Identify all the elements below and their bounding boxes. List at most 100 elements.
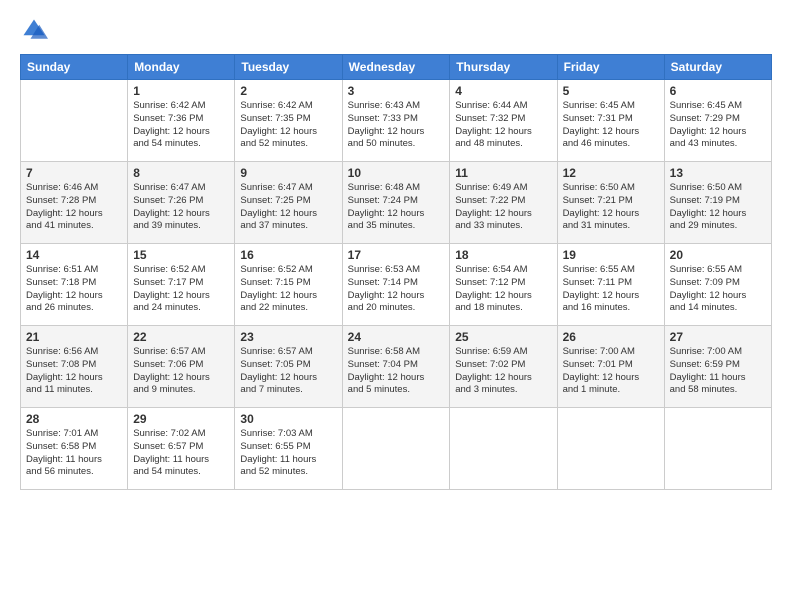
calendar-cell: 18Sunrise: 6:54 AM Sunset: 7:12 PM Dayli…	[450, 244, 557, 326]
calendar-header-friday: Friday	[557, 55, 664, 80]
day-number: 17	[348, 248, 445, 262]
calendar-cell: 20 Sunrise: 6:55 AM Sunset: 7:09 PM Dayli…	[664, 244, 771, 326]
day-info: Sunrise: 6:57 AM Sunset: 7:05 PM Dayligh…	[240, 346, 336, 397]
day-number: 4	[455, 84, 551, 98]
day-number: 3	[348, 84, 445, 98]
calendar-cell: 13Sunrise: 6:50 AM Sunset: 7:19 PM Dayli…	[664, 162, 771, 244]
day-number: 1	[133, 84, 229, 98]
day-number: 23	[240, 330, 336, 344]
day-number: 30	[240, 412, 336, 426]
day-info: Sunrise: 6:58 AM Sunset: 7:04 PM Dayligh…	[348, 346, 445, 397]
calendar-header-sunday: Sunday	[21, 55, 128, 80]
day-info: Sunrise: 6:49 AM Sunset: 7:22 PM Dayligh…	[455, 182, 551, 233]
calendar-cell: 23 Sunrise: 6:57 AM Sunset: 7:05 PM Dayli…	[235, 326, 342, 408]
day-number: 5	[563, 84, 659, 98]
day-info: Sunrise: 6:48 AM Sunset: 7:24 PM Dayligh…	[348, 182, 445, 233]
calendar-cell: 14 Sunrise: 6:51 AM Sunset: 7:18 PM Dayli…	[21, 244, 128, 326]
day-number: 13	[670, 166, 766, 180]
day-number: 29	[133, 412, 229, 426]
day-info: Sunrise: 6:54 AM Sunset: 7:12 PM Dayligh…	[455, 264, 551, 315]
calendar-cell: 2 Sunrise: 6:42 AM Sunset: 7:35 PM Daylig…	[235, 80, 342, 162]
day-number: 16	[240, 248, 336, 262]
calendar-cell: 15 Sunrise: 6:52 AM Sunset: 7:17 PM Dayli…	[128, 244, 235, 326]
day-number: 22	[133, 330, 229, 344]
calendar-cell	[450, 408, 557, 490]
day-number: 8	[133, 166, 229, 180]
logo-icon	[20, 16, 48, 44]
calendar-header-row: SundayMondayTuesdayWednesdayThursdayFrid…	[21, 55, 772, 80]
day-info: Sunrise: 6:52 AM Sunset: 7:15 PM Dayligh…	[240, 264, 336, 315]
calendar-cell	[21, 80, 128, 162]
day-info: Sunrise: 6:50 AM Sunset: 7:21 PM Dayligh…	[563, 182, 659, 233]
day-number: 12	[563, 166, 659, 180]
day-number: 9	[240, 166, 336, 180]
day-number: 11	[455, 166, 551, 180]
calendar-header-thursday: Thursday	[450, 55, 557, 80]
calendar-cell: 8 Sunrise: 6:47 AM Sunset: 7:26 PM Daylig…	[128, 162, 235, 244]
calendar-cell: 10Sunrise: 6:48 AM Sunset: 7:24 PM Dayli…	[342, 162, 450, 244]
day-number: 26	[563, 330, 659, 344]
calendar-cell: 19 Sunrise: 6:55 AM Sunset: 7:11 PM Dayli…	[557, 244, 664, 326]
calendar-header-monday: Monday	[128, 55, 235, 80]
calendar-week-row: 21 Sunrise: 6:56 AM Sunset: 7:08 PM Dayli…	[21, 326, 772, 408]
day-info: Sunrise: 6:59 AM Sunset: 7:02 PM Dayligh…	[455, 346, 551, 397]
day-info: Sunrise: 6:55 AM Sunset: 7:09 PM Dayligh…	[670, 264, 766, 315]
calendar-cell	[557, 408, 664, 490]
day-info: Sunrise: 6:52 AM Sunset: 7:17 PM Dayligh…	[133, 264, 229, 315]
calendar-cell: 7 Sunrise: 6:46 AM Sunset: 7:28 PM Daylig…	[21, 162, 128, 244]
day-info: Sunrise: 6:47 AM Sunset: 7:25 PM Dayligh…	[240, 182, 336, 233]
day-info: Sunrise: 6:43 AM Sunset: 7:33 PM Dayligh…	[348, 100, 445, 151]
day-info: Sunrise: 6:45 AM Sunset: 7:31 PM Dayligh…	[563, 100, 659, 151]
calendar-cell: 4 Sunrise: 6:44 AM Sunset: 7:32 PM Daylig…	[450, 80, 557, 162]
logo	[20, 16, 52, 44]
calendar-header-saturday: Saturday	[664, 55, 771, 80]
calendar-cell: 25 Sunrise: 6:59 AM Sunset: 7:02 PM Dayli…	[450, 326, 557, 408]
day-info: Sunrise: 7:00 AM Sunset: 7:01 PM Dayligh…	[563, 346, 659, 397]
calendar-cell: 3 Sunrise: 6:43 AM Sunset: 7:33 PM Daylig…	[342, 80, 450, 162]
day-info: Sunrise: 6:45 AM Sunset: 7:29 PM Dayligh…	[670, 100, 766, 151]
calendar-cell	[342, 408, 450, 490]
calendar-cell: 9 Sunrise: 6:47 AM Sunset: 7:25 PM Daylig…	[235, 162, 342, 244]
day-info: Sunrise: 6:51 AM Sunset: 7:18 PM Dayligh…	[26, 264, 122, 315]
day-info: Sunrise: 7:03 AM Sunset: 6:55 PM Dayligh…	[240, 428, 336, 479]
day-number: 25	[455, 330, 551, 344]
calendar-cell	[664, 408, 771, 490]
day-info: Sunrise: 6:47 AM Sunset: 7:26 PM Dayligh…	[133, 182, 229, 233]
day-number: 20	[670, 248, 766, 262]
calendar-week-row: 28 Sunrise: 7:01 AM Sunset: 6:58 PM Dayli…	[21, 408, 772, 490]
calendar-week-row: 7 Sunrise: 6:46 AM Sunset: 7:28 PM Daylig…	[21, 162, 772, 244]
day-number: 15	[133, 248, 229, 262]
day-info: Sunrise: 6:42 AM Sunset: 7:36 PM Dayligh…	[133, 100, 229, 151]
calendar-cell: 6Sunrise: 6:45 AM Sunset: 7:29 PM Daylig…	[664, 80, 771, 162]
day-info: Sunrise: 6:57 AM Sunset: 7:06 PM Dayligh…	[133, 346, 229, 397]
day-info: Sunrise: 6:56 AM Sunset: 7:08 PM Dayligh…	[26, 346, 122, 397]
day-info: Sunrise: 7:02 AM Sunset: 6:57 PM Dayligh…	[133, 428, 229, 479]
calendar-cell: 16 Sunrise: 6:52 AM Sunset: 7:15 PM Dayli…	[235, 244, 342, 326]
calendar-cell: 27 Sunrise: 7:00 AM Sunset: 6:59 PM Dayli…	[664, 326, 771, 408]
day-number: 2	[240, 84, 336, 98]
day-info: Sunrise: 6:55 AM Sunset: 7:11 PM Dayligh…	[563, 264, 659, 315]
calendar-cell: 29 Sunrise: 7:02 AM Sunset: 6:57 PM Dayli…	[128, 408, 235, 490]
day-number: 19	[563, 248, 659, 262]
calendar-cell: 24 Sunrise: 6:58 AM Sunset: 7:04 PM Dayli…	[342, 326, 450, 408]
day-number: 24	[348, 330, 445, 344]
day-info: Sunrise: 6:46 AM Sunset: 7:28 PM Dayligh…	[26, 182, 122, 233]
calendar-cell: 21 Sunrise: 6:56 AM Sunset: 7:08 PM Dayli…	[21, 326, 128, 408]
day-info: Sunrise: 7:01 AM Sunset: 6:58 PM Dayligh…	[26, 428, 122, 479]
calendar-week-row: 14 Sunrise: 6:51 AM Sunset: 7:18 PM Dayli…	[21, 244, 772, 326]
day-info: Sunrise: 6:44 AM Sunset: 7:32 PM Dayligh…	[455, 100, 551, 151]
day-info: Sunrise: 7:00 AM Sunset: 6:59 PM Dayligh…	[670, 346, 766, 397]
calendar-cell: 26 Sunrise: 7:00 AM Sunset: 7:01 PM Dayli…	[557, 326, 664, 408]
calendar-header-tuesday: Tuesday	[235, 55, 342, 80]
day-number: 28	[26, 412, 122, 426]
calendar-cell: 1 Sunrise: 6:42 AM Sunset: 7:36 PM Daylig…	[128, 80, 235, 162]
calendar-header-wednesday: Wednesday	[342, 55, 450, 80]
page-header	[20, 16, 772, 44]
day-number: 7	[26, 166, 122, 180]
calendar-cell: 5 Sunrise: 6:45 AM Sunset: 7:31 PM Daylig…	[557, 80, 664, 162]
calendar-cell: 28 Sunrise: 7:01 AM Sunset: 6:58 PM Dayli…	[21, 408, 128, 490]
day-number: 14	[26, 248, 122, 262]
day-info: Sunrise: 6:42 AM Sunset: 7:35 PM Dayligh…	[240, 100, 336, 151]
day-number: 27	[670, 330, 766, 344]
day-number: 21	[26, 330, 122, 344]
